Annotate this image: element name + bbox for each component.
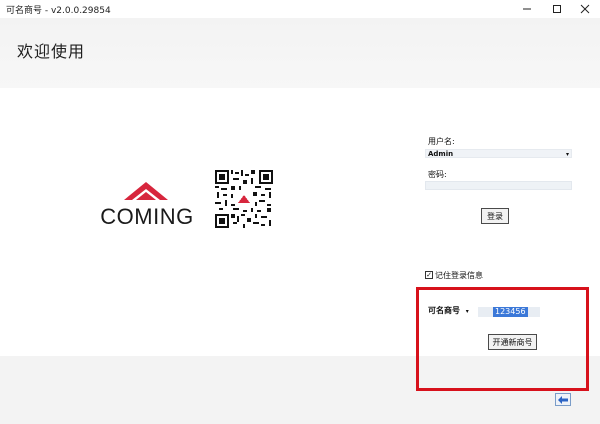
minimize-icon	[523, 8, 531, 10]
window-title: 可名商号 - v2.0.0.29854	[6, 6, 111, 16]
remember-checkbox[interactable]: ✓	[425, 271, 433, 279]
checkmark-icon: ✓	[426, 271, 432, 279]
back-button[interactable]	[555, 393, 571, 406]
minimize-button[interactable]	[512, 0, 542, 18]
chevron-down-icon: ▾	[465, 308, 469, 315]
close-icon	[580, 4, 590, 14]
account-number-field[interactable]: 123456	[478, 307, 540, 317]
back-arrow-icon	[558, 395, 568, 404]
account-type-value: 可名商号	[428, 306, 460, 315]
username-label: 用户名:	[428, 137, 455, 146]
logo-wordmark: COMING	[100, 204, 194, 229]
login-button[interactable]: 登录	[481, 208, 509, 224]
login-button-label: 登录	[487, 211, 503, 221]
password-field[interactable]	[425, 181, 572, 190]
welcome-heading: 欢迎使用	[17, 42, 86, 61]
qr-code-icon	[215, 170, 273, 228]
username-select[interactable]: Admin ▾	[425, 149, 572, 158]
qr-code	[215, 170, 273, 228]
account-type-select[interactable]: 可名商号 ▾	[428, 306, 474, 316]
maximize-button[interactable]	[542, 0, 572, 18]
chevron-down-icon: ▾	[565, 151, 569, 158]
remember-label: 记住登录信息	[435, 271, 483, 280]
account-number-value: 123456	[493, 307, 528, 317]
open-account-button[interactable]: 开通新商号	[488, 334, 537, 350]
close-button[interactable]	[570, 0, 600, 18]
open-account-button-label: 开通新商号	[492, 337, 533, 347]
title-bar: 可名商号 - v2.0.0.29854	[0, 0, 600, 19]
password-label: 密码:	[428, 170, 447, 179]
header-banner: 欢迎使用	[0, 18, 600, 88]
maximize-icon	[553, 5, 561, 13]
username-value: Admin	[428, 150, 454, 158]
